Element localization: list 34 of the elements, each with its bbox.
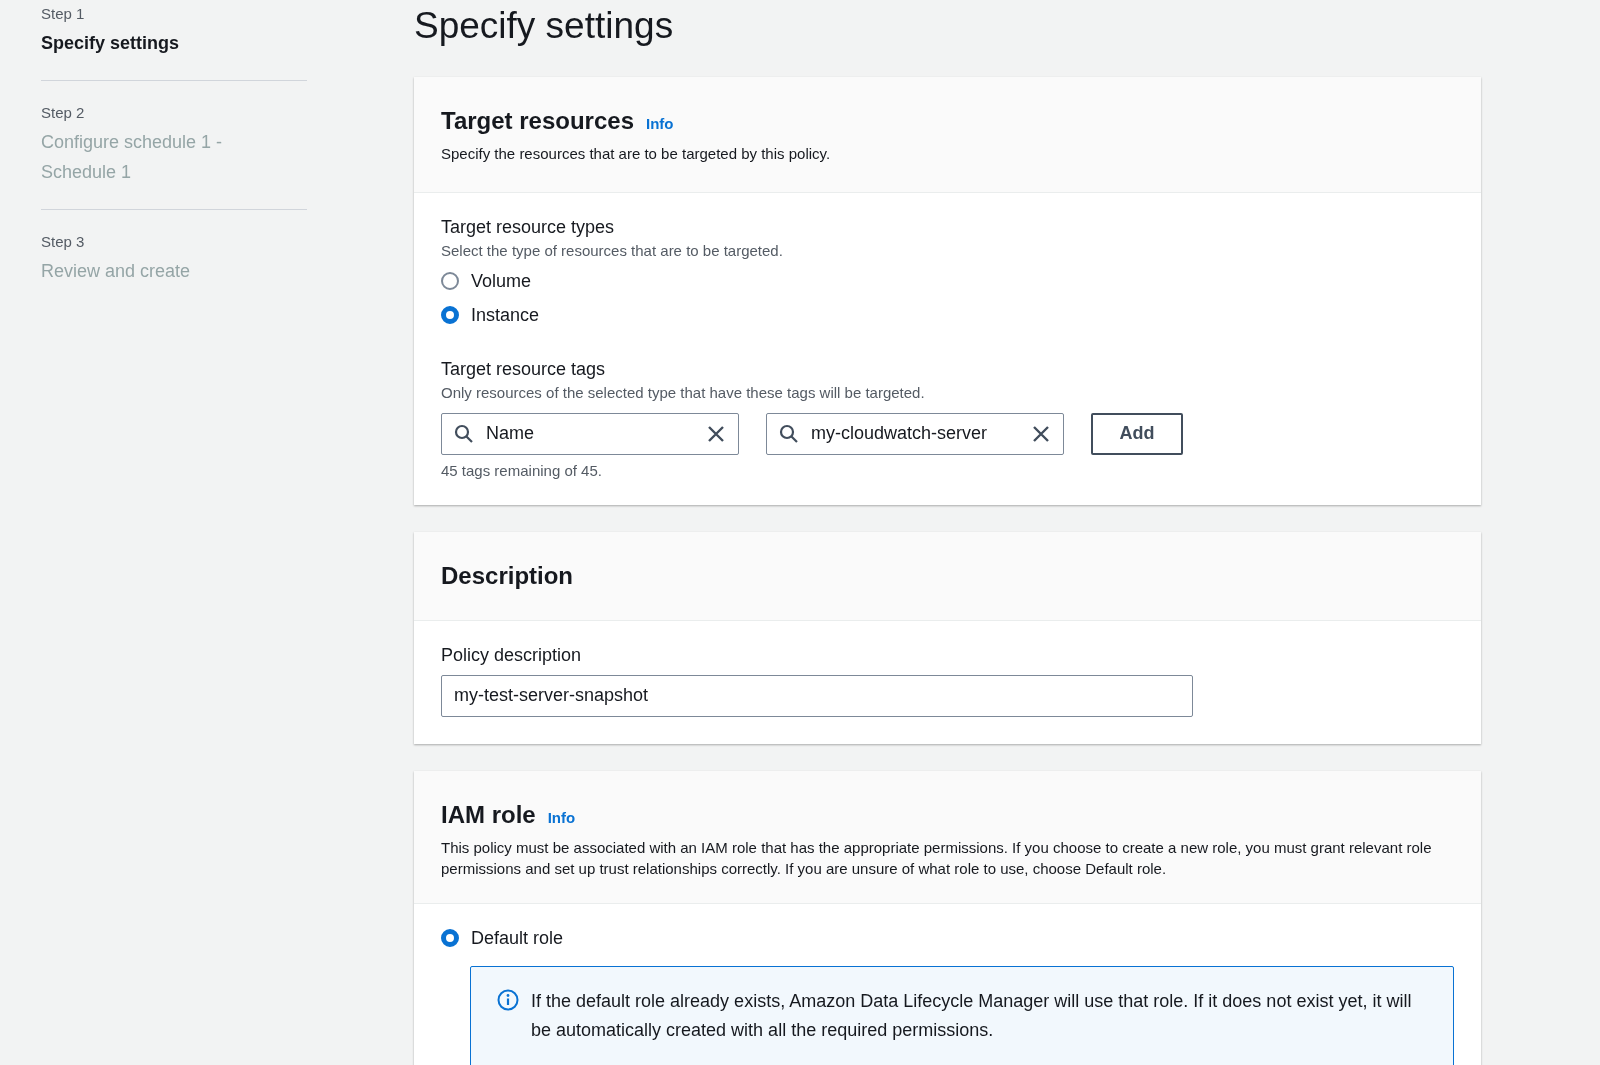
field-label: Target resource types	[441, 215, 616, 239]
step-label: Step 1	[41, 4, 86, 24]
input-field[interactable]: my-test-server-snapshot	[441, 674, 1193, 717]
radio-button[interactable]	[441, 305, 459, 324]
search-field[interactable]: my-cloudwatch-server	[766, 412, 1064, 455]
section-title: Target resources	[441, 106, 634, 136]
section-description: Specify the resources that are to be targeted by this policy.	[441, 144, 832, 164]
radio-button[interactable]	[441, 271, 459, 290]
radio-option[interactable]: Volume	[441, 268, 1454, 293]
search-icon	[779, 423, 799, 444]
step-link[interactable]: Specify settings	[41, 28, 271, 58]
close-icon[interactable]	[1031, 423, 1051, 444]
field-hint: Select the type of resources that are to be targeted.	[441, 240, 784, 261]
search-icon	[454, 423, 474, 444]
add-button[interactable]: Add	[1091, 412, 1183, 455]
field-label: Policy description	[441, 643, 583, 667]
close-icon[interactable]	[706, 423, 726, 444]
tags-remaining-text: 45 tags remaining of 45.	[441, 460, 603, 481]
search-field[interactable]: Name	[441, 412, 739, 455]
step-label: Step 3	[41, 232, 86, 252]
page-title: Specify settings	[414, 4, 675, 48]
info-link[interactable]: Info	[547, 806, 576, 829]
field-hint: Only resources of the selected type that have these tags will be targeted.	[441, 382, 926, 403]
section-description: This policy must be associated with an IAM role that has the appropriate permissions. If you choose to create a new role, you must grant relevant role permissions and set up trust relationships correctly. If you are unsure of what role to use, choose Default role.	[441, 837, 1433, 879]
step-label: Step 2	[41, 103, 86, 123]
field-label: Target resource tags	[441, 357, 607, 381]
alert-text: If the default role already exists, Amazon Data Lifecycle Manager will use that role. If it does not exist yet, it will be automatically created with all the required permissions.	[531, 989, 1413, 1042]
info-icon	[497, 988, 519, 1011]
section-title: Description	[441, 561, 574, 589]
radio-button[interactable]	[441, 928, 459, 947]
section-title: IAM role	[441, 799, 536, 830]
radio-option[interactable]: Instance	[441, 302, 1454, 327]
info-link[interactable]: Info	[646, 113, 674, 136]
radio-option[interactable]: Default role	[441, 925, 1454, 950]
